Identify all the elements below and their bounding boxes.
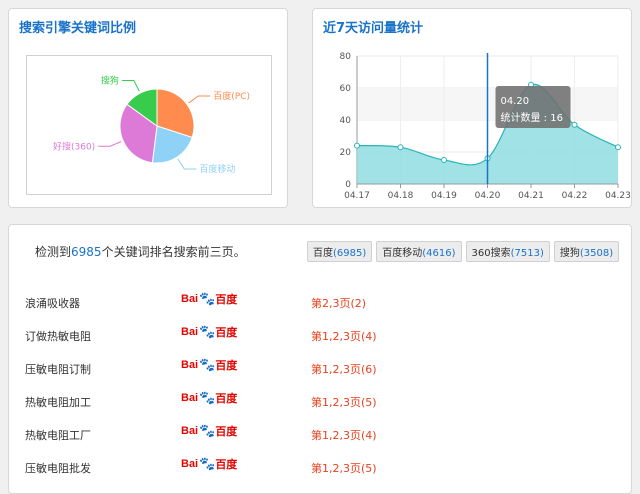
- keyword-list: 浪涌吸收器 Bai 🐾 百度 第2,3页(2) 订做热敏电阻 Bai 🐾 百度 第1,2…: [9, 291, 631, 491]
- data-point: [397, 144, 404, 151]
- y-tick-label: 20: [340, 148, 352, 158]
- data-point: [615, 144, 621, 151]
- data-point: [441, 157, 447, 163]
- keyword-row: 热敏电阻加工 Bai 🐾 百度 第1,2,3页(5): [9, 390, 631, 425]
- y-tick-label: 40: [340, 116, 352, 126]
- data-point: [354, 142, 360, 149]
- keyword-text: 浪涌吸收器: [25, 297, 80, 310]
- baidu-logo[interactable]: Bai 🐾 百度: [181, 456, 237, 472]
- baidu-logo[interactable]: Bai 🐾 百度: [181, 390, 237, 406]
- engine-tabs: 百度(6985) 百度移动(4616) 360搜索(7513) 搜狗(3508): [307, 241, 620, 262]
- tooltip-value: 统计数量 : 16: [501, 111, 563, 124]
- y-tick-label: 80: [340, 52, 352, 62]
- paw-icon: 🐾: [199, 291, 216, 306]
- visits-panel: 近7天访问量统计 0 20 40 60 80 04.17 04.18 04.19 04.20 04…: [312, 8, 632, 208]
- x-tick-label: 04.22: [562, 191, 588, 201]
- pie-chart-frame: 百度(PC) 百度移动 好搜(360) 搜狗: [26, 55, 272, 195]
- tab-sogou-count: (3508): [579, 248, 614, 259]
- tab-sogou[interactable]: 搜狗(3508): [553, 241, 620, 262]
- rank-link[interactable]: 第1,2,3页(6): [311, 361, 377, 377]
- paw-icon: 🐾: [199, 390, 216, 405]
- tab-baidu-label: 百度: [313, 248, 333, 259]
- keyword-text: 热敏电阻加工: [25, 396, 91, 409]
- y-tick-label: 0: [345, 180, 351, 190]
- x-tick-label: 04.17: [344, 191, 370, 201]
- x-tick-label: 04.19: [431, 191, 457, 201]
- pie-chart: 百度(PC) 百度移动 好搜(360) 搜狗: [53, 75, 250, 176]
- pie-label: 搜狗: [101, 75, 119, 87]
- visits-area-chart: 0 20 40 60 80 04.17 04.18 04.19 04.20 04.21 04.22 0…: [340, 52, 631, 201]
- pie-label-line: [188, 95, 211, 104]
- baidu-logo[interactable]: Bai 🐾 百度: [181, 357, 237, 373]
- keyword-text: 压敏电阻批发: [25, 462, 91, 475]
- rank-link[interactable]: 第1,2,3页(5): [311, 394, 377, 410]
- keyword-row: 订做热敏电阻 Bai 🐾 百度 第1,2,3页(4): [9, 324, 631, 359]
- tab-baidu-mobile[interactable]: 百度移动(4616): [376, 241, 462, 262]
- baidu-logo[interactable]: Bai 🐾 百度: [181, 324, 237, 340]
- x-tick-label: 04.21: [518, 191, 544, 201]
- keyword-row: 压敏电阻批发 Bai 🐾 百度 第1,2,3页(5): [9, 456, 631, 491]
- x-tick-label: 04.20: [475, 191, 501, 201]
- ranking-summary: 检测到6985个关键词排名搜索前三页。: [35, 243, 246, 260]
- data-point: [571, 121, 578, 128]
- chart-tooltip: 04.20 统计数量 : 16: [495, 86, 571, 128]
- baidu-logo[interactable]: Bai 🐾 百度: [181, 423, 237, 439]
- tab-baidu-count: (6985): [333, 248, 367, 259]
- tab-sogou-label: 搜狗: [559, 248, 580, 259]
- pie-panel-title: 搜索引擎关键词比例: [19, 21, 137, 36]
- keyword-text: 订做热敏电阻: [25, 330, 91, 343]
- pie-label-line: [98, 141, 122, 147]
- rank-link[interactable]: 第2,3页(2): [311, 295, 366, 311]
- keyword-text: 热敏电阻工厂: [25, 429, 91, 442]
- summary-suffix: 个关键词排名搜索前三页。: [101, 245, 246, 259]
- tab-baidu-mobile-label: 百度移动: [382, 248, 423, 259]
- summary-count[interactable]: 6985: [71, 245, 102, 259]
- paw-icon: 🐾: [199, 423, 216, 438]
- tab-360-count: (7513): [510, 248, 544, 259]
- tab-360[interactable]: 360搜索(7513): [465, 241, 550, 262]
- keyword-row: 浪涌吸收器 Bai 🐾 百度 第2,3页(2): [9, 291, 631, 326]
- keyword-row: 压敏电阻订制 Bai 🐾 百度 第1,2,3页(6): [9, 357, 631, 392]
- pie-label: 百度(PC): [213, 90, 250, 102]
- paw-icon: 🐾: [199, 357, 216, 372]
- x-tick-label: 04.23: [605, 191, 631, 201]
- y-tick-label: 60: [340, 84, 352, 94]
- paw-icon: 🐾: [199, 456, 216, 471]
- tab-baidu[interactable]: 百度(6985): [307, 241, 373, 262]
- pie-label: 好搜(360): [53, 140, 95, 152]
- pie-label-line: [121, 80, 140, 92]
- rank-link[interactable]: 第1,2,3页(5): [311, 460, 377, 476]
- baidu-logo[interactable]: Bai 🐾 百度: [181, 291, 237, 307]
- x-tick-label: 04.18: [388, 191, 414, 201]
- rank-link[interactable]: 第1,2,3页(4): [311, 328, 377, 344]
- rank-link[interactable]: 第1,2,3页(4): [311, 427, 377, 443]
- pie-label-line: [177, 158, 197, 170]
- summary-prefix: 检测到: [35, 245, 72, 259]
- tab-360-label: 360搜索: [471, 248, 511, 259]
- pie-label: 百度移动: [199, 163, 235, 175]
- keyword-ratio-panel: 搜索引擎关键词比例 百度(PC) 百度移动 好搜(360) 搜狗: [8, 8, 288, 208]
- keyword-row: 热敏电阻工厂 Bai 🐾 百度 第1,2,3页(4): [9, 423, 631, 458]
- tab-baidu-mobile-count: (4616): [422, 248, 456, 259]
- keyword-text: 压敏电阻订制: [25, 363, 91, 376]
- paw-icon: 🐾: [199, 324, 216, 339]
- keyword-ranking-panel: 检测到6985个关键词排名搜索前三页。 百度(6985) 百度移动(4616) …: [8, 224, 632, 494]
- tooltip-date: 04.20: [501, 96, 530, 107]
